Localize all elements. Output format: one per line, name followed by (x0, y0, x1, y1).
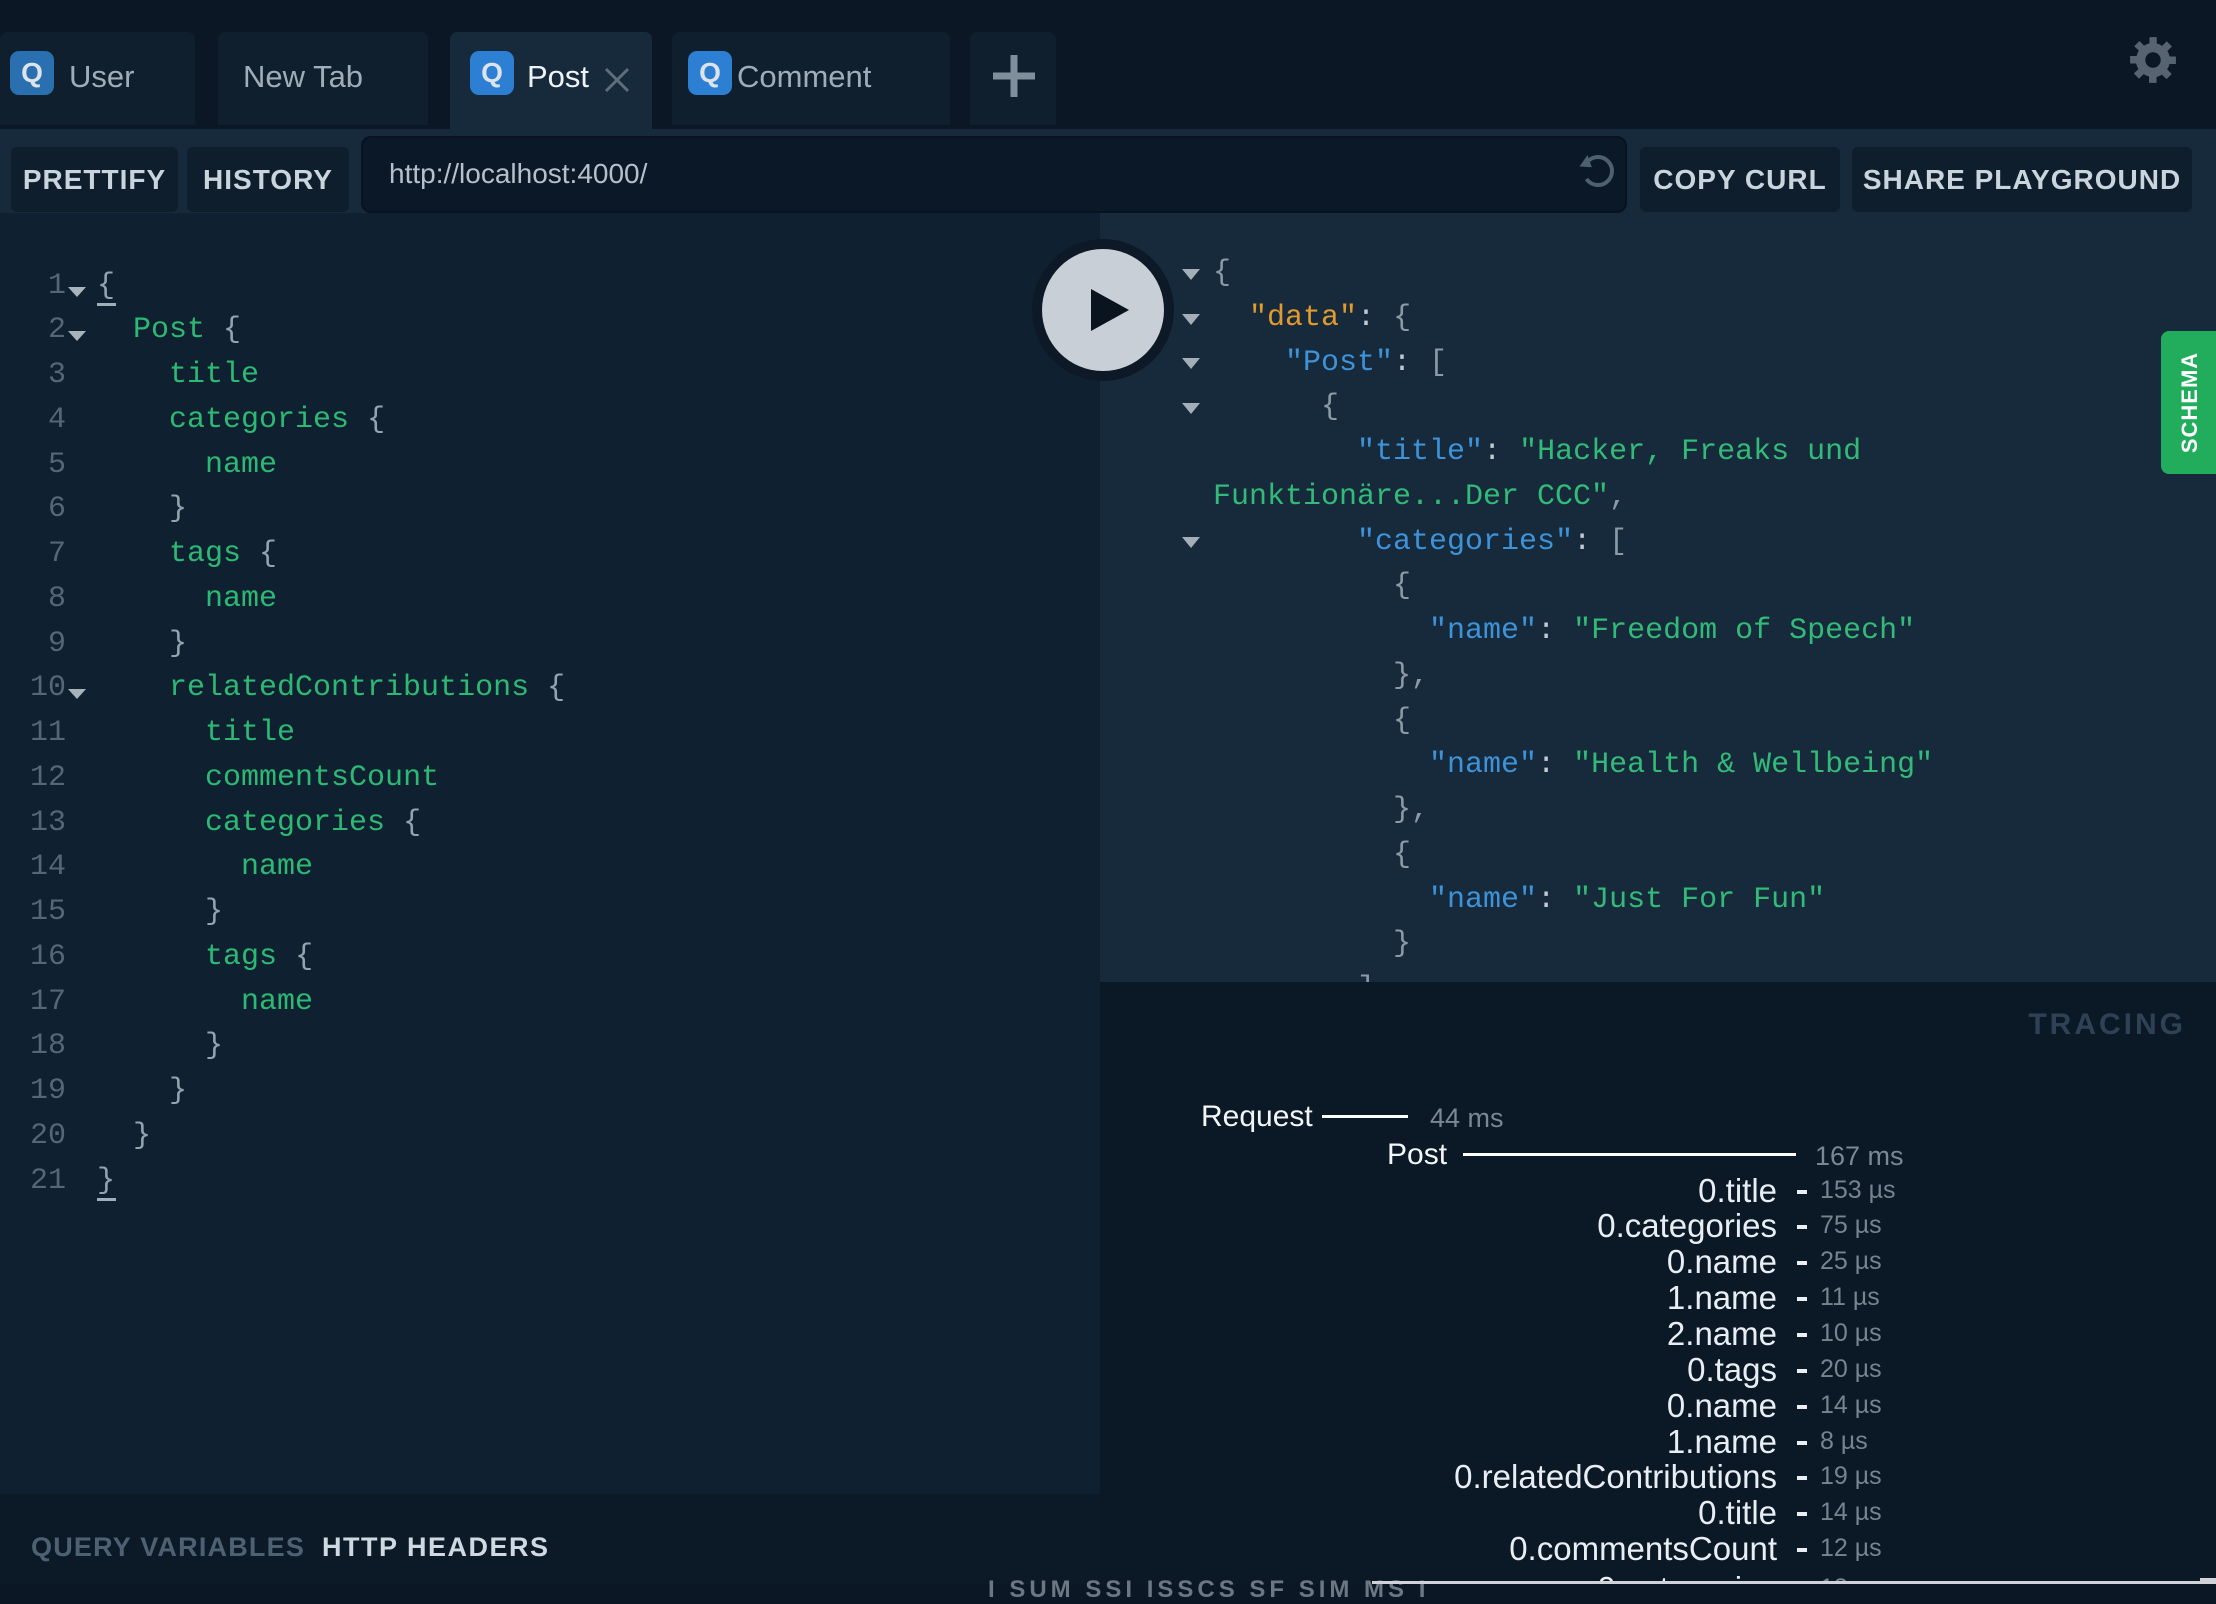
svg-text:SCHEMA: SCHEMA (2177, 352, 2202, 453)
